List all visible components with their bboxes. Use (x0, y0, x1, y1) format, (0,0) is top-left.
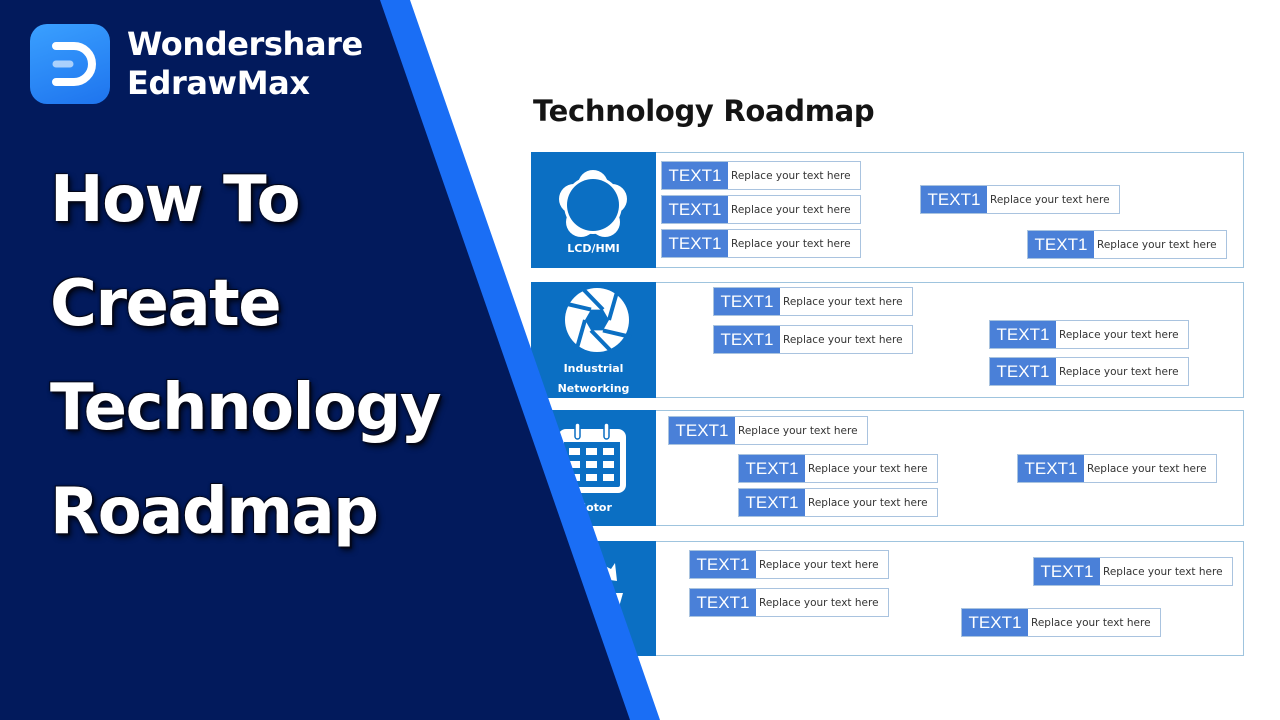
edrawmax-logo-icon (30, 24, 110, 104)
brand-name-line2: EdrawMax (127, 64, 310, 102)
brand-name-line1: Wondershare (127, 25, 363, 63)
headline: How To Create Technology Roadmap (50, 148, 442, 564)
headline-line: Technology (50, 371, 442, 445)
headline-line: Roadmap (50, 475, 379, 549)
headline-line: How To (50, 163, 301, 237)
headline-line: Create (50, 267, 282, 341)
